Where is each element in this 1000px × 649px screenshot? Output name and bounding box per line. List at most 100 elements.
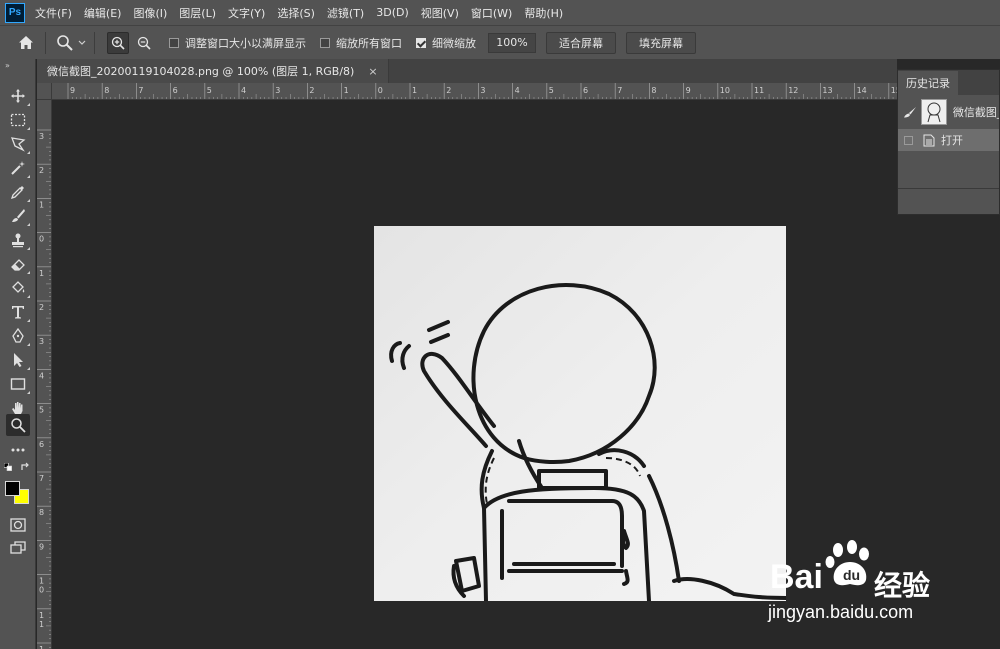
swap-colors-icon[interactable] [20, 462, 30, 472]
resize-windows-option[interactable]: 调整窗口大小以满屏显示 [169, 35, 306, 51]
menu-file[interactable]: 文件(F) [35, 5, 72, 21]
ruler-label: 3 [39, 337, 44, 346]
more-tools-icon [11, 448, 25, 452]
tool-group-indicator [27, 199, 30, 202]
history-tab[interactable]: 历史记录 [898, 71, 958, 95]
ruler-label: 3 [275, 86, 280, 95]
eyedropper-tool[interactable] [6, 181, 30, 203]
history-state-checkbox[interactable] [904, 135, 913, 145]
zoom-percent-field[interactable]: 100% [488, 32, 536, 53]
pen-icon [12, 328, 24, 343]
menu-bar: Ps 文件(F) 编辑(E) 图像(I) 图层(L) 文字(Y) 选择(S) 滤… [0, 0, 1000, 25]
ruler-vertical[interactable]: 3210123456789101112 [37, 100, 52, 649]
ruler-label: 1 [344, 86, 349, 95]
path-select-tool[interactable] [6, 349, 30, 371]
default-colors-icon[interactable] [4, 463, 12, 471]
ruler-label: 4 [39, 371, 44, 380]
tool-group-indicator [27, 367, 30, 370]
move-tool[interactable] [6, 85, 30, 107]
ruler-label: 2 [446, 86, 451, 95]
history-brush-source[interactable] [903, 106, 918, 118]
options-bar: 调整窗口大小以满屏显示 缩放所有窗口 细微缩放 100% 适合屏幕 填充屏幕 [0, 25, 1000, 59]
menu-3d[interactable]: 3D(D) [376, 6, 409, 19]
eyedropper-icon [10, 186, 24, 200]
more-tools-button[interactable] [6, 439, 30, 461]
menu-edit[interactable]: 编辑(E) [84, 5, 122, 21]
zoom-out-icon [137, 36, 151, 50]
pen-tool[interactable] [6, 325, 30, 347]
ruler-label: 10 [720, 86, 730, 95]
scrubby-zoom-checkbox[interactable] [416, 37, 426, 48]
screen-mode-icon [10, 541, 26, 554]
zoom-all-windows-option[interactable]: 缩放所有窗口 [320, 35, 402, 51]
menu-layer[interactable]: 图层(L) [179, 5, 216, 21]
ruler-label: 9 [686, 86, 691, 95]
chevron-down-icon [78, 40, 86, 45]
menu-type[interactable]: 文字(Y) [228, 5, 265, 21]
menu-select[interactable]: 选择(S) [277, 5, 315, 21]
rectangle-tool[interactable] [6, 373, 30, 395]
tool-group-indicator [27, 319, 30, 322]
menu-image[interactable]: 图像(I) [133, 5, 167, 21]
ruler-label: 2 [39, 166, 44, 175]
tool-group-indicator [27, 247, 30, 250]
ruler-horizontal[interactable]: 9876543210123456789101112131415 [52, 83, 897, 100]
fill-tool[interactable] [6, 277, 30, 299]
ruler-label: 1 [39, 620, 44, 629]
stamp-tool[interactable] [6, 229, 30, 251]
baidu-jingyan-watermark: du Bai 经验 jingyan.baidu.com [762, 540, 982, 630]
menu-view[interactable]: 视图(V) [421, 5, 459, 21]
scrubby-zoom-option[interactable]: 细微缩放 [416, 35, 476, 51]
ruler-label: 11 [754, 86, 764, 95]
zoom-in-icon [111, 36, 125, 50]
zoom-icon [11, 418, 26, 433]
tool-preset-picker[interactable] [56, 34, 86, 52]
magic-wand-tool[interactable] [6, 157, 30, 179]
tool-group-indicator [27, 391, 30, 394]
document-canvas[interactable] [374, 226, 786, 601]
history-snapshot[interactable]: 微信截图_ [898, 95, 999, 129]
zoom-in-button[interactable] [107, 31, 129, 54]
brush-tool[interactable] [6, 205, 30, 227]
zoom-all-windows-checkbox[interactable] [320, 37, 330, 48]
watermark-brand: Bai [770, 558, 823, 596]
ruler-ticks: 3210123456789101112 [37, 129, 51, 649]
ruler-origin[interactable] [37, 83, 52, 100]
marquee-tool[interactable] [6, 109, 30, 131]
zoom-out-button[interactable] [133, 32, 155, 54]
type-tool[interactable] [6, 301, 30, 323]
fill-icon [12, 281, 25, 293]
screen-mode-button[interactable] [6, 537, 30, 559]
fill-screen-button[interactable]: 填充屏幕 [626, 31, 696, 54]
document-tab[interactable]: 微信截图_20200119104028.png @ 100% (图层 1, RG… [37, 59, 389, 83]
menu-help[interactable]: 帮助(H) [524, 5, 563, 21]
home-icon [19, 36, 33, 49]
tool-group-indicator [27, 271, 30, 274]
panel-collapse-icon[interactable]: » [5, 61, 10, 70]
eraser-tool[interactable] [6, 253, 30, 275]
ruler-label: 3 [39, 132, 44, 141]
history-state-open[interactable]: 打开 [898, 129, 999, 151]
type-icon [12, 306, 24, 319]
quick-mask-icon [10, 518, 26, 532]
ruler-label: 1 [39, 611, 44, 620]
fit-screen-button[interactable]: 适合屏幕 [546, 31, 616, 54]
menu-window[interactable]: 窗口(W) [471, 5, 512, 21]
resize-windows-checkbox[interactable] [169, 37, 179, 48]
ruler-label: 13 [822, 86, 832, 95]
ruler-label: 9 [39, 542, 44, 551]
tool-group-indicator [27, 175, 30, 178]
svg-text:du: du [843, 567, 860, 583]
zoom-tool[interactable] [6, 414, 30, 436]
ruler-label: 1 [39, 269, 44, 278]
history-panel-header: 历史记录 [898, 70, 999, 95]
lasso-icon [10, 137, 26, 152]
lasso-tool[interactable] [6, 133, 30, 155]
scrubby-zoom-label: 细微缩放 [432, 36, 476, 50]
quick-mask-button[interactable] [6, 514, 30, 536]
close-icon[interactable]: × [368, 65, 377, 78]
menu-filter[interactable]: 滤镜(T) [327, 5, 364, 21]
separator [94, 31, 95, 54]
foreground-color-swatch[interactable] [5, 481, 20, 496]
home-button[interactable] [15, 32, 37, 54]
